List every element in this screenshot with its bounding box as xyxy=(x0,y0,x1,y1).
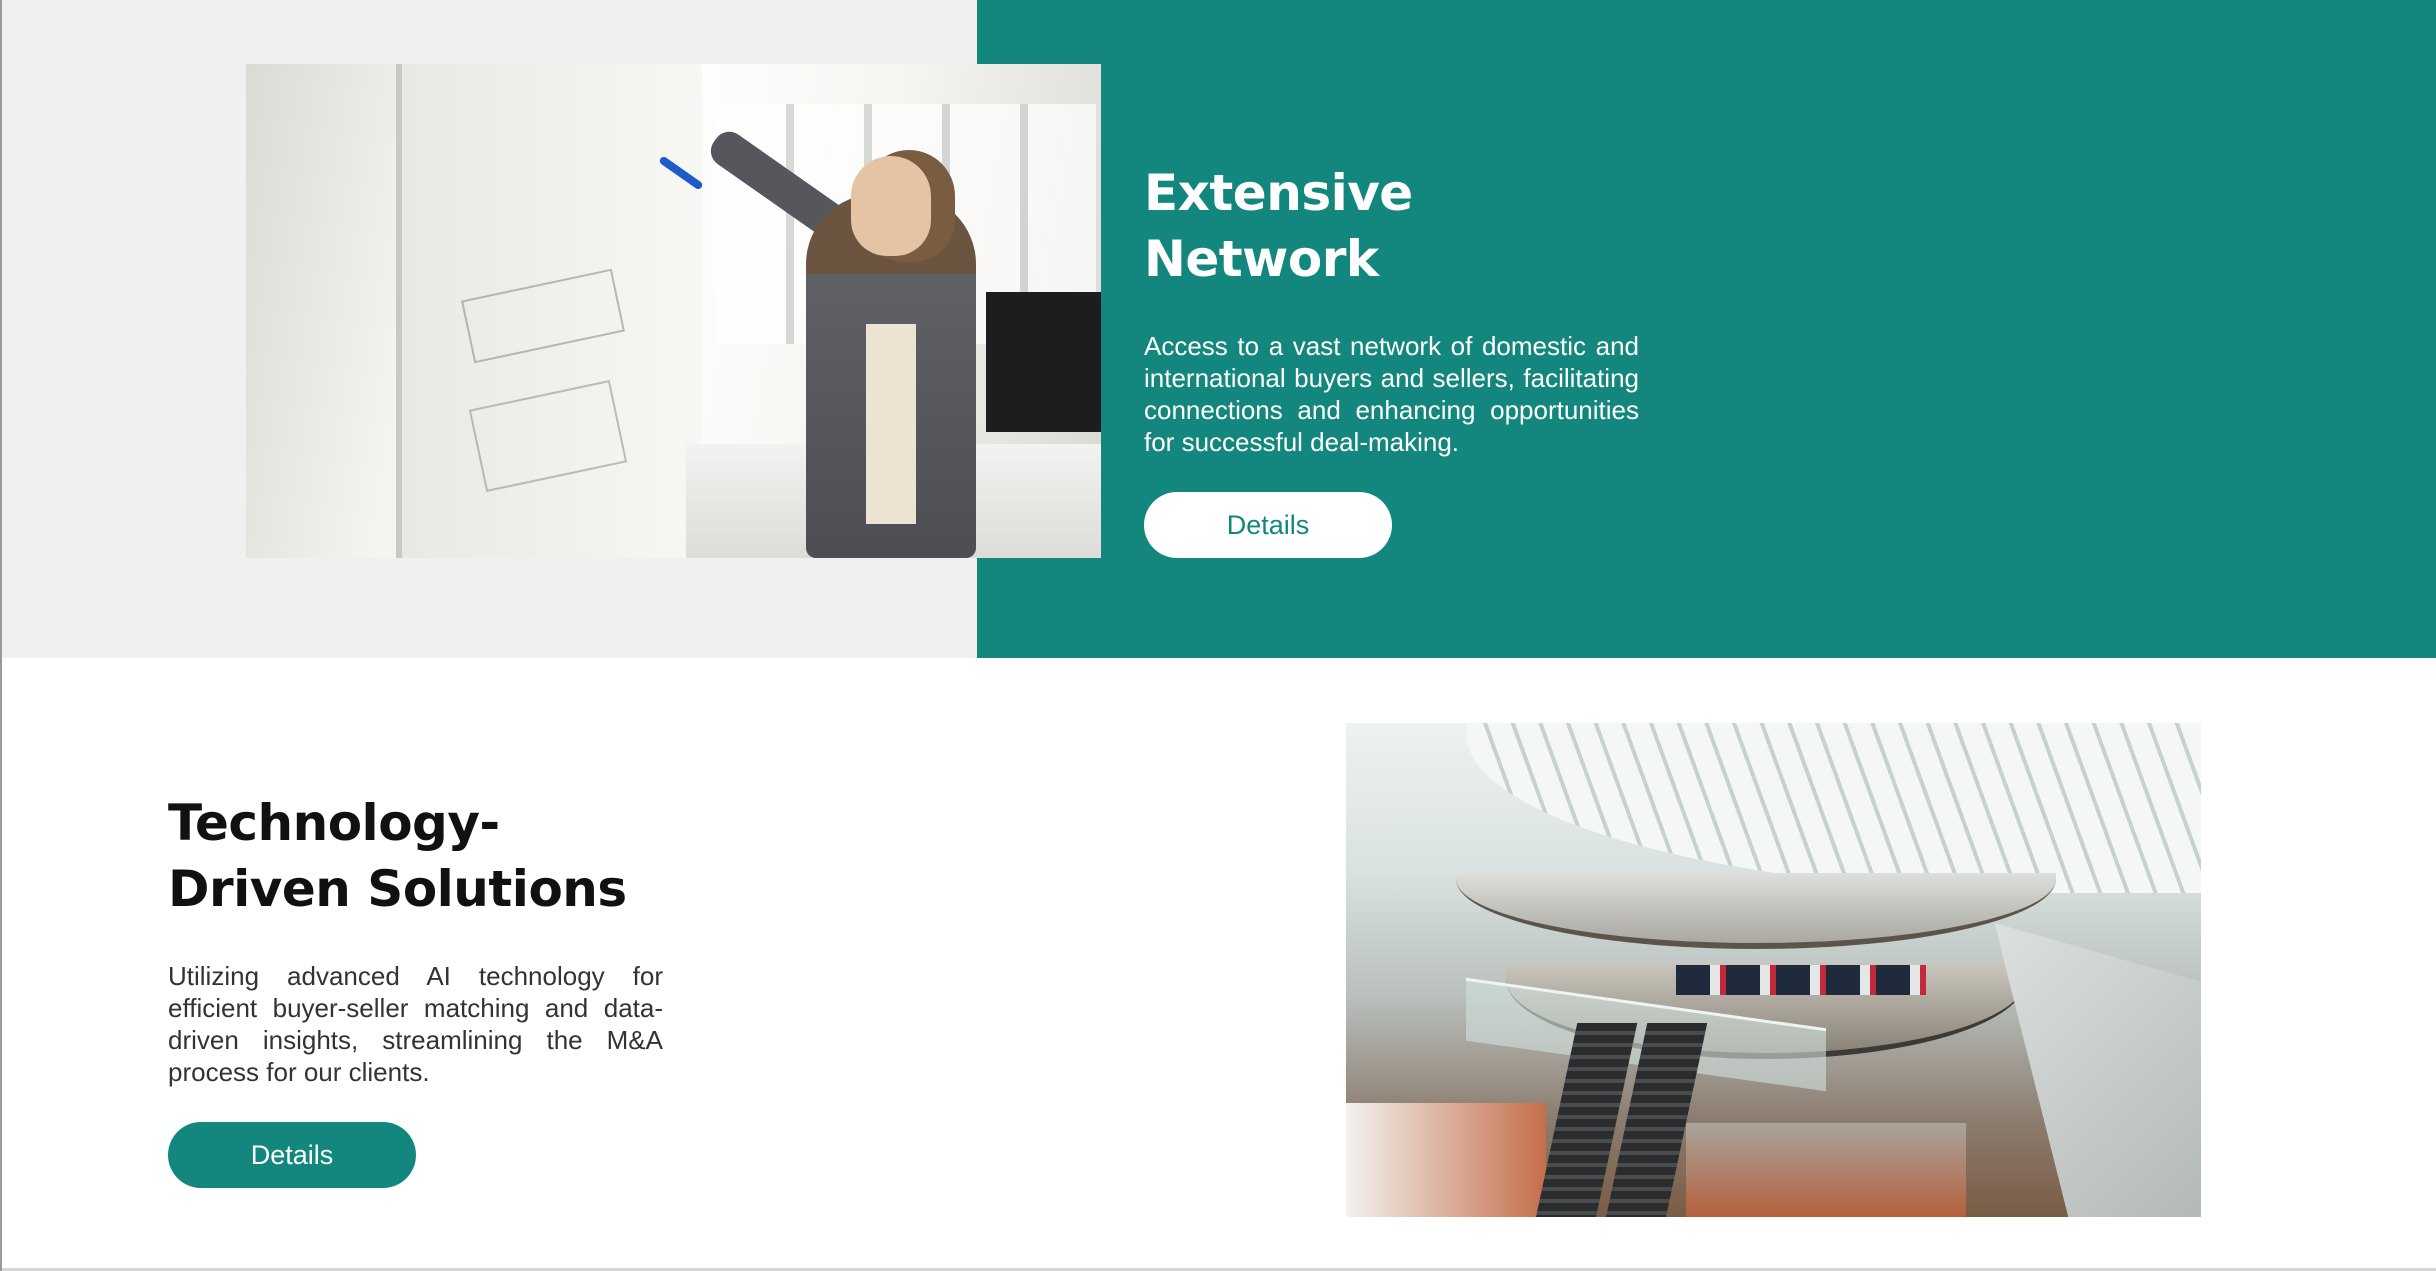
network-text-block: Extensive Network Access to a vast netwo… xyxy=(1144,160,1639,558)
network-details-button[interactable]: Details xyxy=(1144,492,1392,558)
network-title: Extensive Network xyxy=(1144,164,1413,288)
page: Extensive Network Access to a vast netwo… xyxy=(0,0,2436,1271)
technology-text-block: Technology-Driven Solutions Utilizing ad… xyxy=(168,790,663,1188)
technology-feature-image xyxy=(1346,723,2201,1217)
network-description: Access to a vast network of domestic and… xyxy=(1144,331,1639,457)
feature-section-network: Extensive Network Access to a vast netwo… xyxy=(2,0,2436,658)
technology-title: Technology-Driven Solutions xyxy=(168,794,627,918)
technology-description: Utilizing advanced AI technology for eff… xyxy=(168,961,663,1087)
technology-details-button[interactable]: Details xyxy=(168,1122,416,1188)
network-feature-image xyxy=(246,64,1101,558)
